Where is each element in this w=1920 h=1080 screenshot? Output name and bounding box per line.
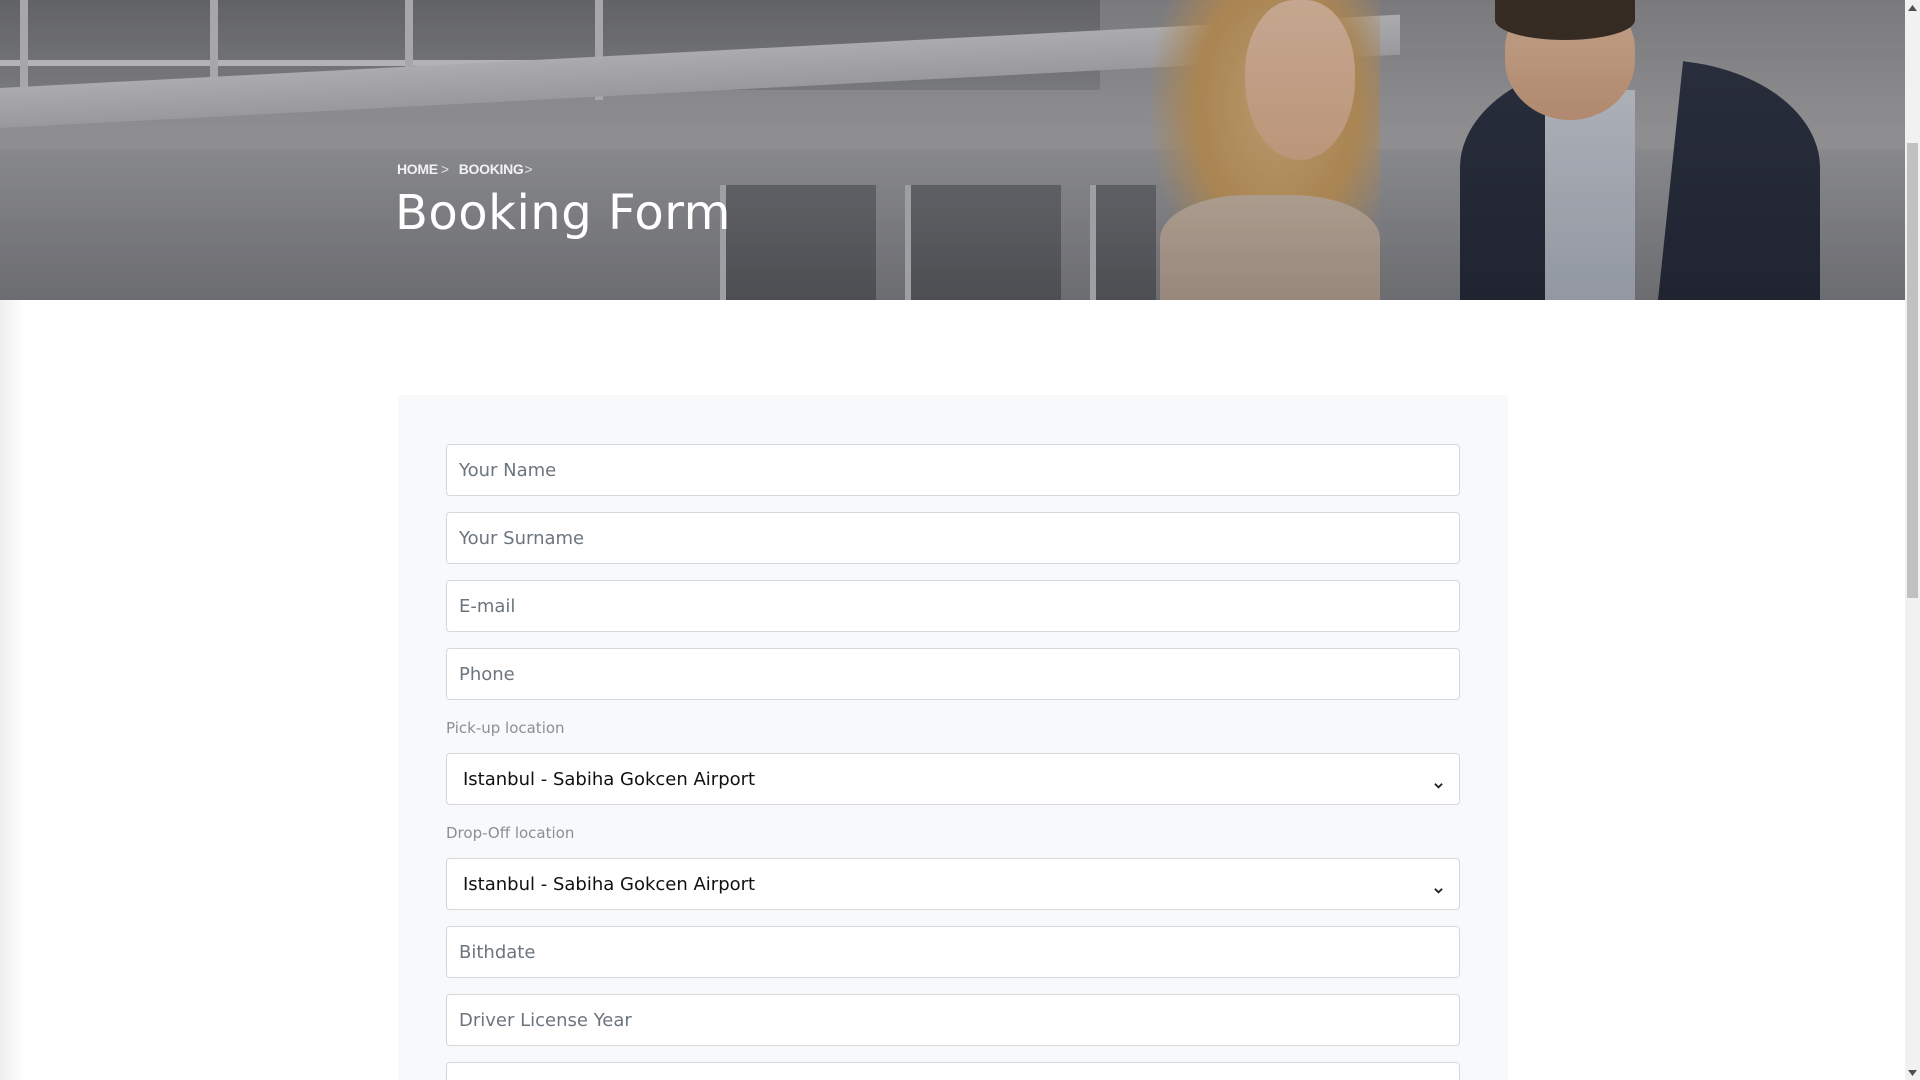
breadcrumb: HOME > BOOKING > <box>397 161 533 177</box>
scrollbar-thumb[interactable] <box>1907 143 1918 598</box>
page-title: Booking Form <box>395 185 731 241</box>
scroll-up-arrow-icon[interactable] <box>1905 0 1920 15</box>
email-input[interactable] <box>446 580 1460 632</box>
surname-input[interactable] <box>446 512 1460 564</box>
additional-information-input[interactable] <box>446 1062 1460 1080</box>
breadcrumb-current: BOOKING <box>458 161 524 177</box>
dropoff-location-value: Istanbul - Sabiha Gokcen Airport <box>463 873 756 895</box>
booking-page: HOME > BOOKING > Booking Form Pick-up lo… <box>0 0 1920 1080</box>
pickup-location-label: Pick-up location <box>446 719 565 737</box>
chevron-down-icon <box>1434 775 1443 789</box>
breadcrumb-home-link[interactable]: HOME <box>397 161 438 177</box>
dropoff-location-label: Drop-Off location <box>446 824 575 842</box>
birthdate-input[interactable] <box>446 926 1460 978</box>
scroll-down-arrow-icon[interactable] <box>1905 1065 1920 1080</box>
vertical-scrollbar[interactable] <box>1905 0 1920 1080</box>
name-input[interactable] <box>446 444 1460 496</box>
dropoff-location-select[interactable]: Istanbul - Sabiha Gokcen Airport <box>446 858 1460 910</box>
pickup-location-select[interactable]: Istanbul - Sabiha Gokcen Airport <box>446 753 1460 805</box>
hero-overlay <box>0 0 1905 300</box>
pickup-location-value: Istanbul - Sabiha Gokcen Airport <box>463 768 756 790</box>
phone-input[interactable] <box>446 648 1460 700</box>
page-left-shade <box>0 300 24 1080</box>
booking-form: Pick-up location Istanbul - Sabiha Gokce… <box>398 395 1508 1080</box>
breadcrumb-separator: > <box>440 161 449 177</box>
chevron-down-icon <box>1434 880 1443 894</box>
breadcrumb-separator: > <box>524 161 533 177</box>
driver-license-year-input[interactable] <box>446 994 1460 1046</box>
hero-banner: HOME > BOOKING > Booking Form <box>0 0 1905 300</box>
